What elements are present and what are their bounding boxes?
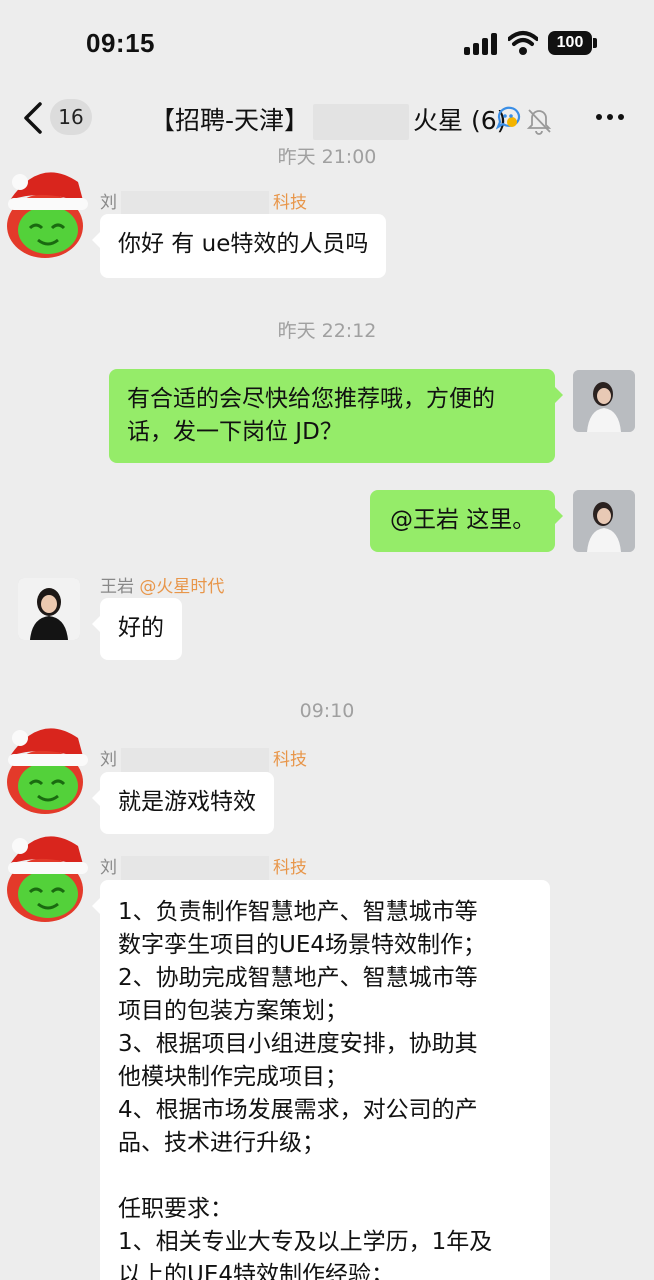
sender-label: 刘 科技 bbox=[100, 853, 307, 880]
more-options-icon[interactable] bbox=[596, 114, 626, 122]
santa-avatar-icon[interactable] bbox=[0, 824, 98, 924]
sender-name: 刘 bbox=[100, 858, 117, 878]
signal-icon bbox=[464, 33, 498, 55]
my-message-bubble[interactable]: 有合适的会尽快给您推荐哦，方便的 话，发一下岗位 JD？ bbox=[109, 369, 563, 463]
santa-avatar-icon[interactable] bbox=[0, 716, 98, 816]
jd-line: 他模块制作完成项目； bbox=[118, 1064, 348, 1090]
sender-redaction bbox=[121, 191, 269, 215]
jd-line: 1、相关专业大专及以上学历，1年及 bbox=[118, 1229, 493, 1255]
sender-name: 王岩 bbox=[100, 577, 134, 597]
my-avatar[interactable] bbox=[573, 490, 635, 552]
woman-portrait-icon bbox=[18, 578, 80, 640]
jd-line: 项目的包装方案策划； bbox=[118, 998, 348, 1024]
jd-line: 3、根据项目小组进度安排，协助其 bbox=[118, 1031, 478, 1057]
sender-name: 刘 bbox=[100, 750, 117, 770]
battery-tip bbox=[593, 38, 597, 48]
sender-org: 科技 bbox=[273, 750, 307, 770]
jd-line: 任职要求： bbox=[118, 1196, 233, 1222]
jd-line: 以上的UE4特效制作经验； bbox=[118, 1262, 394, 1280]
jd-line: 2、协助完成智慧地产、智慧城市等 bbox=[118, 965, 478, 991]
title-redaction bbox=[313, 104, 410, 140]
sender-redaction bbox=[121, 748, 269, 772]
mute-bell-icon bbox=[526, 109, 552, 135]
chat-title-suffix: 火星 (6) bbox=[413, 106, 507, 135]
chat-message-list[interactable]: 昨天 21:00 刘科技 你好 有 ue特效的人员吗 昨天 22:12 有合适的… bbox=[0, 148, 654, 1280]
woman-portrait-icon bbox=[573, 490, 635, 552]
battery-indicator: 100 bbox=[548, 31, 592, 55]
chat-title-prefix: 【招聘-天津】 bbox=[150, 106, 310, 135]
timestamp: 昨天 22:12 bbox=[277, 320, 377, 342]
sender-label: 王岩 @火星时代 bbox=[100, 572, 224, 597]
wifi-icon bbox=[508, 31, 538, 55]
jd-line: 1、负责制作智慧地产、智慧城市等 bbox=[118, 899, 478, 925]
sender-org: 科技 bbox=[273, 858, 307, 878]
status-bar: 09:15 100 bbox=[0, 0, 654, 90]
job-description-bubble[interactable]: 1、负责制作智慧地产、智慧城市等 数字孪生项目的UE4场景特效制作； 2、协助完… bbox=[92, 880, 550, 1280]
sender-org: 科技 bbox=[273, 193, 307, 213]
unread-count-badge[interactable]: 16 bbox=[50, 99, 92, 135]
woman-portrait-icon bbox=[573, 370, 635, 432]
wangyan-avatar[interactable] bbox=[18, 578, 80, 640]
chat-header: 16 【招聘-天津】 火星 (6) bbox=[0, 90, 654, 148]
chat-title[interactable]: 【招聘-天津】 火星 (6) bbox=[150, 101, 506, 140]
jd-blank-line bbox=[118, 1160, 532, 1193]
message-line: 话，发一下岗位 JD？ bbox=[127, 419, 343, 445]
message-bubble[interactable]: 好的 bbox=[92, 598, 182, 660]
jd-line: 品、技术进行升级； bbox=[118, 1130, 325, 1156]
status-time: 09:15 bbox=[86, 28, 155, 58]
message-bubble[interactable]: 你好 有 ue特效的人员吗 bbox=[91, 214, 387, 278]
my-message-bubble[interactable]: @王岩 这里。 bbox=[370, 490, 564, 552]
sender-name: 刘 bbox=[100, 193, 117, 213]
timestamp: 09:10 bbox=[299, 700, 355, 722]
enterprise-chat-icon bbox=[496, 106, 521, 130]
group-status-icons bbox=[496, 106, 552, 135]
jd-line: 4、根据市场发展需求，对公司的产 bbox=[118, 1097, 478, 1123]
back-chevron-icon[interactable] bbox=[20, 100, 46, 136]
message-bubble[interactable]: 就是游戏特效 bbox=[92, 772, 274, 834]
jd-line: 数字孪生项目的UE4场景特效制作； bbox=[118, 932, 486, 958]
my-avatar[interactable] bbox=[573, 370, 635, 432]
sender-redaction bbox=[121, 856, 269, 880]
timestamp: 昨天 21:00 bbox=[277, 148, 377, 168]
santa-avatar-icon[interactable] bbox=[0, 160, 98, 260]
message-line: 有合适的会尽快给您推荐哦，方便的 bbox=[127, 386, 495, 412]
sender-label: 刘 科技 bbox=[100, 188, 307, 215]
sender-org: @火星时代 bbox=[139, 577, 225, 597]
sender-label: 刘 科技 bbox=[100, 745, 307, 772]
